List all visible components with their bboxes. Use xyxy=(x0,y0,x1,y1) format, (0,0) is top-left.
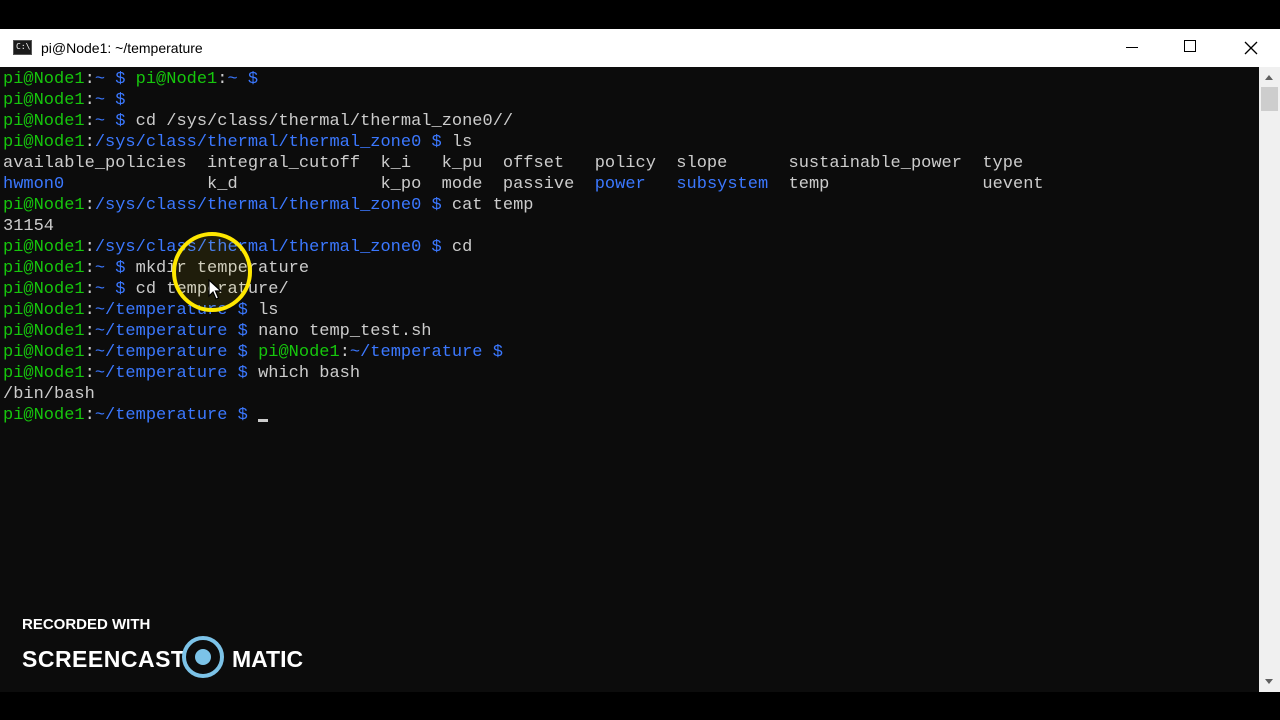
terminal-line: 31154 xyxy=(3,216,54,237)
terminal-text: : xyxy=(84,280,95,299)
prompt-user: pi@Node1 xyxy=(3,70,85,89)
scroll-thumb[interactable] xyxy=(1261,87,1278,111)
prompt-user: pi@Node1 xyxy=(3,259,85,278)
terminal-text: : xyxy=(84,364,95,383)
terminal-text: temp uevent xyxy=(768,175,1044,194)
screencast-logo-icon xyxy=(182,636,224,678)
prompt-user: pi@Node1 xyxy=(3,322,85,341)
prompt-path: ~ $ xyxy=(94,280,136,299)
terminal-text: 31154 xyxy=(3,217,55,236)
terminal-line: pi@Node1:~/temperature $ ls xyxy=(3,300,278,321)
prompt-path: ~/temperature $ xyxy=(94,322,259,341)
terminal-text: : xyxy=(217,70,228,89)
prompt-user: pi@Node1 xyxy=(3,301,85,320)
prompt-user: pi@Node1 xyxy=(258,343,340,362)
terminal-line: pi@Node1:/sys/class/thermal/thermal_zone… xyxy=(3,132,472,153)
terminal-line: pi@Node1:~/temperature $ pi@Node1:~/temp… xyxy=(3,342,503,363)
terminal-line: pi@Node1:~ $ pi@Node1:~ $ xyxy=(3,69,258,90)
prompt-path: power xyxy=(594,175,646,194)
terminal-text: : xyxy=(84,322,95,341)
prompt-user: pi@Node1 xyxy=(3,406,85,425)
prompt-path: hwmon0 xyxy=(3,175,65,194)
prompt-path: ~/temperature $ xyxy=(94,406,259,425)
terminal-line: pi@Node1:~ $ xyxy=(3,90,125,111)
terminal-icon: C:\ xyxy=(13,40,32,55)
prompt-user: pi@Node1 xyxy=(3,196,85,215)
prompt-path: ~/temperature $ xyxy=(94,343,259,362)
prompt-path: ~ $ xyxy=(94,70,136,89)
terminal-line: hwmon0 k_d k_po mode passive power subsy… xyxy=(3,174,1044,195)
maximize-icon xyxy=(1184,40,1196,52)
prompt-path: ~ $ xyxy=(94,112,136,131)
prompt-user: pi@Node1 xyxy=(3,238,85,257)
prompt-path: subsystem xyxy=(676,175,769,194)
terminal-text: : xyxy=(84,259,95,278)
prompt-path: ~ $ xyxy=(94,91,126,110)
terminal-text: /bin/bash xyxy=(3,385,95,404)
prompt-path: ~/temperature $ xyxy=(94,364,259,383)
prompt-user: pi@Node1 xyxy=(3,364,85,383)
terminal-text: cat temp xyxy=(451,196,534,215)
letterbox-top xyxy=(0,0,1280,29)
terminal-text: : xyxy=(84,196,95,215)
terminal-line: pi@Node1:~/temperature $ xyxy=(3,405,269,426)
mouse-pointer-icon xyxy=(208,279,222,300)
letterbox-bottom xyxy=(0,692,1280,720)
screencast-watermark: RECORDED WITH SCREENCAST MATIC xyxy=(22,614,322,684)
prompt-user: pi@Node1 xyxy=(3,280,85,299)
text-cursor xyxy=(258,419,269,422)
terminal-line: pi@Node1:~ $ cd /sys/class/thermal/therm… xyxy=(3,111,513,132)
prompt-user: pi@Node1 xyxy=(3,133,85,152)
terminal-line: pi@Node1:~/temperature $ which bash xyxy=(3,363,360,384)
terminal-text: cd /sys/class/thermal/thermal_zone0// xyxy=(135,112,514,131)
terminal-line: pi@Node1:~/temperature $ nano temp_test.… xyxy=(3,321,432,342)
terminal-output[interactable]: pi@Node1:~ $ pi@Node1:~ $ pi@Node1:~ $ pi@… xyxy=(0,67,1259,692)
prompt-path: ~/temperature $ xyxy=(349,343,503,362)
watermark-recorded-with: RECORDED WITH xyxy=(22,616,151,633)
terminal-text: : xyxy=(84,238,95,257)
scroll-up-arrow-icon[interactable] xyxy=(1259,67,1280,87)
terminal-text: : xyxy=(84,112,95,131)
prompt-path: /sys/class/thermal/thermal_zone0 $ xyxy=(94,196,452,215)
terminal-line: pi@Node1:~ $ mkdir temperature xyxy=(3,258,309,279)
prompt-path: /sys/class/thermal/thermal_zone0 $ xyxy=(94,238,452,257)
minimize-icon xyxy=(1126,47,1138,48)
terminal-window: C:\ pi@Node1: ~/temperature pi@Node1:~ $… xyxy=(0,29,1280,692)
terminal-text: ls xyxy=(451,133,473,152)
prompt-user: pi@Node1 xyxy=(3,112,85,131)
terminal-text: nano temp_test.sh xyxy=(258,322,432,341)
scroll-down-arrow-icon[interactable] xyxy=(1259,672,1280,692)
terminal-text: : xyxy=(84,133,95,152)
prompt-user: pi@Node1 xyxy=(3,91,85,110)
terminal-text: : xyxy=(84,406,95,425)
watermark-screencast: SCREENCAST xyxy=(22,646,186,672)
terminal-text: : xyxy=(84,70,95,89)
prompt-path: ~ $ xyxy=(94,259,136,278)
terminal-text: cd xyxy=(451,238,473,257)
close-button[interactable] xyxy=(1222,29,1280,67)
close-icon xyxy=(1244,41,1258,55)
terminal-line: pi@Node1:/sys/class/thermal/thermal_zone… xyxy=(3,195,534,216)
terminal-text: available_policies integral_cutoff k_i k… xyxy=(3,154,1024,173)
terminal-text: : xyxy=(84,301,95,320)
terminal-text: : xyxy=(84,343,95,362)
maximize-button[interactable] xyxy=(1162,29,1220,67)
prompt-user: pi@Node1 xyxy=(3,343,85,362)
prompt-path: /sys/class/thermal/thermal_zone0 $ xyxy=(94,133,452,152)
prompt-user: pi@Node1 xyxy=(135,70,218,89)
terminal-line: available_policies integral_cutoff k_i k… xyxy=(3,153,1023,174)
title-bar[interactable]: C:\ pi@Node1: ~/temperature xyxy=(0,29,1280,67)
terminal-text: which bash xyxy=(258,364,361,383)
terminal-line: /bin/bash xyxy=(3,384,95,405)
vertical-scrollbar[interactable] xyxy=(1259,67,1280,692)
window-title: pi@Node1: ~/temperature xyxy=(41,40,203,56)
watermark-matic: MATIC xyxy=(232,646,304,672)
terminal-text: k_d k_po mode passive xyxy=(64,175,595,194)
minimize-button[interactable] xyxy=(1104,29,1162,67)
terminal-text: : xyxy=(339,343,350,362)
prompt-path: ~ $ xyxy=(227,70,259,89)
terminal-text: : xyxy=(84,91,95,110)
terminal-text: ls xyxy=(258,301,279,320)
